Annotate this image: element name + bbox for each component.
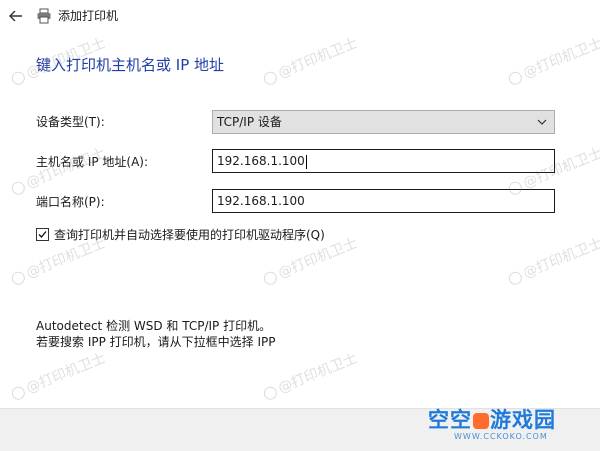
title-bar: 添加打印机 — [0, 0, 600, 32]
hostname-input[interactable]: 192.168.1.100 — [212, 149, 555, 173]
page-heading: 键入打印机主机名或 IP 地址 — [36, 56, 225, 74]
query-printer-checkbox[interactable] — [36, 228, 49, 241]
watermark: @打印机卫士 — [260, 33, 360, 89]
printer-icon — [37, 8, 51, 24]
logo-wordmark: 空空 游戏园 — [428, 408, 556, 432]
port-name-value: 192.168.1.100 — [217, 194, 305, 208]
port-name-input[interactable]: 192.168.1.100 — [212, 189, 555, 213]
info-text-ipp: 若要搜索 IPP 打印机，请从下拉框中选择 IPP — [36, 335, 276, 349]
checkmark-icon — [38, 231, 47, 238]
logo-k-icon — [473, 413, 489, 429]
watermark: @打印机卫士 — [260, 348, 360, 404]
query-printer-label[interactable]: 查询打印机并自动选择要使用的打印机驱动程序(Q) — [54, 227, 325, 243]
info-text-autodetect: Autodetect 检测 WSD 和 TCP/IP 打印机。 — [36, 319, 272, 333]
watermark: @打印机卫士 — [8, 348, 108, 404]
device-type-value: TCP/IP 设备 — [217, 115, 282, 129]
site-logo: 空空 游戏园 WWW.CCKOKO.COM — [428, 404, 588, 446]
hostname-label: 主机名或 IP 地址(A): — [36, 155, 149, 169]
device-type-label: 设备类型(T): — [36, 115, 105, 129]
watermark: @打印机卫士 — [505, 33, 600, 89]
watermark: @打印机卫士 — [8, 143, 108, 199]
window-title: 添加打印机 — [58, 9, 119, 23]
device-type-select[interactable]: TCP/IP 设备 — [212, 110, 555, 134]
hostname-value: 192.168.1.100 — [217, 154, 305, 168]
port-name-label: 端口名称(P): — [36, 195, 105, 209]
arrow-left-icon — [9, 10, 22, 22]
text-caret — [305, 154, 307, 169]
logo-url: WWW.CCKOKO.COM — [454, 432, 548, 441]
back-button[interactable] — [6, 6, 26, 26]
watermark: @打印机卫士 — [505, 233, 600, 289]
chevron-down-icon — [537, 119, 547, 125]
